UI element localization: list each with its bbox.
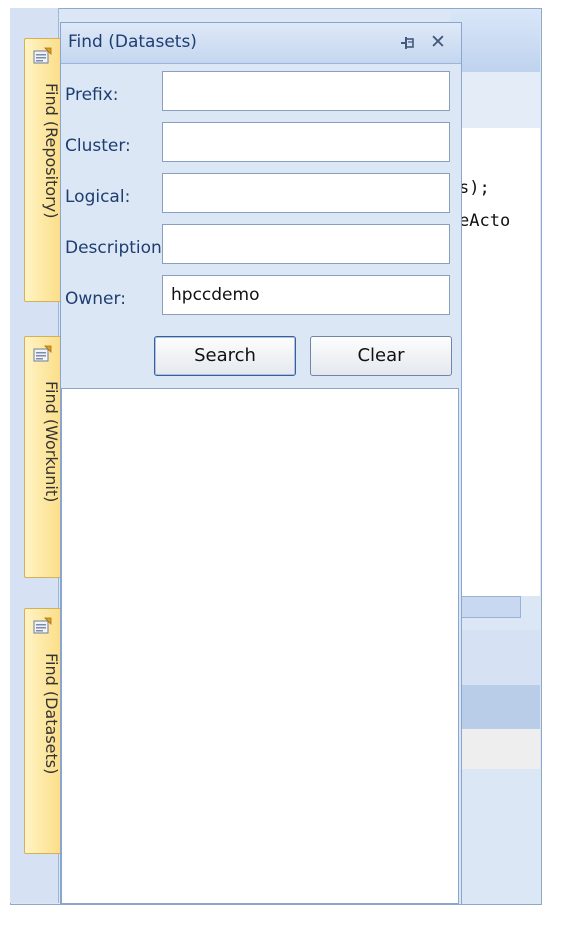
prefix-label: Prefix: (65, 85, 119, 105)
find-properties-icon (33, 47, 53, 65)
side-tab-label: Find (Repository) (42, 83, 61, 219)
cluster-input[interactable] (162, 122, 450, 162)
side-tab-label: Find (Workunit) (42, 381, 61, 503)
logical-label: Logical: (65, 187, 131, 207)
side-tab-find-workunit[interactable]: Find (Workunit) (24, 336, 64, 578)
owner-input[interactable]: hpccdemo (162, 275, 450, 315)
find-datasets-panel: Find (Datasets) ✕ Prefix: Cluster: Logic… (60, 22, 462, 905)
ide-panel-band (450, 685, 540, 729)
ide-panel-band (450, 729, 540, 769)
panel-header: Find (Datasets) ✕ (61, 23, 461, 64)
find-properties-icon (33, 617, 53, 635)
pin-icon[interactable] (397, 32, 419, 54)
owner-label: Owner: (65, 289, 126, 309)
ide-subheader (450, 72, 540, 128)
ide-panel-band (450, 769, 540, 903)
description-label: Description: (65, 238, 161, 258)
code-line: s); (459, 178, 490, 198)
find-properties-icon (33, 345, 53, 363)
description-input[interactable] (162, 224, 450, 264)
ide-toolbar-strip (450, 10, 540, 72)
side-tab-label: Find (Datasets) (42, 653, 61, 775)
logical-input[interactable] (162, 173, 450, 213)
search-button[interactable]: Search (154, 336, 296, 376)
side-tab-strip: Find (Repository) Find (Workunit) Find (… (10, 8, 64, 903)
code-line: eActo (459, 211, 511, 231)
prefix-input[interactable] (162, 71, 450, 111)
ide-panel-band (450, 630, 540, 685)
clear-button[interactable]: Clear (310, 336, 452, 376)
code-editor[interactable] (450, 128, 540, 596)
cluster-label: Cluster: (65, 136, 131, 156)
results-list[interactable] (61, 388, 459, 904)
panel-title: Find (Datasets) (68, 32, 197, 52)
close-icon[interactable]: ✕ (427, 31, 449, 53)
side-tab-find-datasets[interactable]: Find (Datasets) (24, 608, 64, 854)
side-tab-find-repository[interactable]: Find (Repository) (24, 38, 64, 302)
